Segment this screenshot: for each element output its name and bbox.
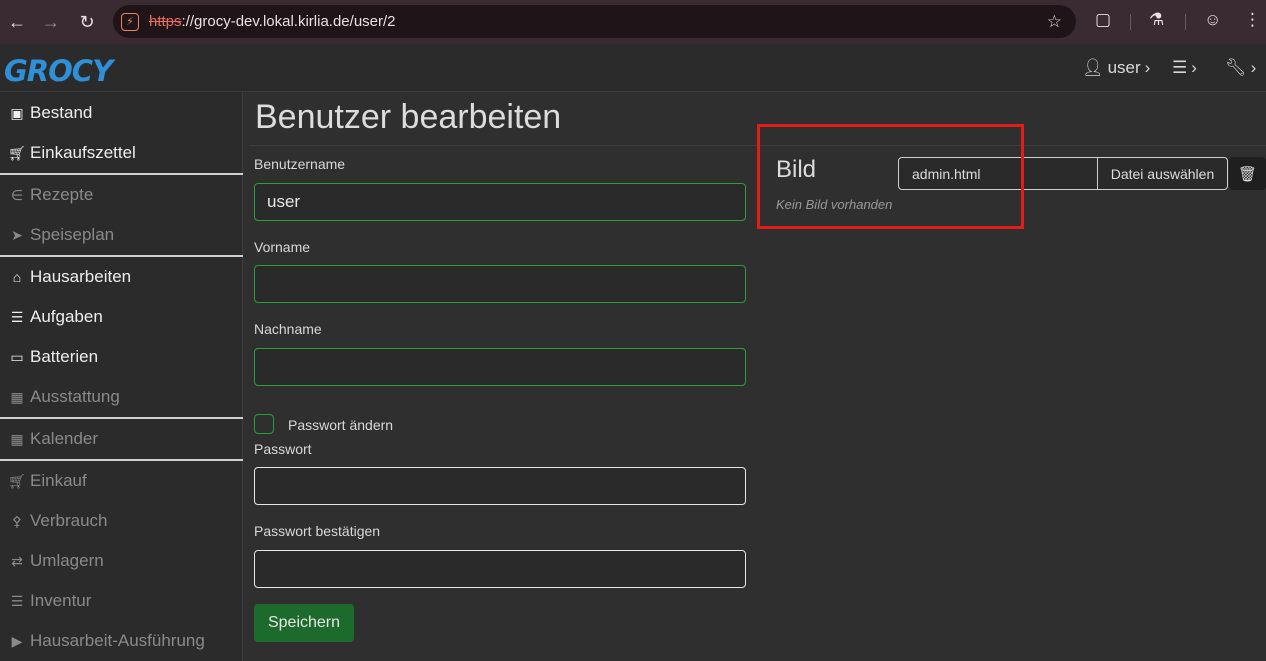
choose-file-button[interactable]: Datei auswählen [1097, 157, 1228, 190]
page-title: Benutzer bearbeiten [255, 98, 562, 136]
back-icon[interactable]: ← [0, 5, 34, 39]
sidebar-item-label: Speiseplan [30, 225, 115, 244]
sidebar-item-label: Verbrauch [30, 511, 108, 530]
box-icon: ▣ [10, 104, 24, 121]
reload-icon[interactable]: ↻ [70, 5, 104, 39]
sidebar-item-label: Aufgaben [30, 307, 103, 326]
home-icon: ⌂ [12, 269, 22, 285]
chevron-right-icon: › [1144, 58, 1151, 77]
firstname-label: Vorname [254, 239, 311, 255]
password-label: Passwort [254, 441, 312, 457]
sidebar-item-verbrauch[interactable]: ⚴ Verbrauch [0, 501, 243, 541]
sidebar-item-label: Bestand [30, 103, 93, 122]
url-text[interactable]: https://grocy-dev.lokal.kirlia.de/user/2 [149, 13, 396, 30]
app-header: GROCY 👤︎ user › ☰ › 🔧︎ › [0, 44, 1266, 92]
password-confirm-label: Passwort bestätigen [254, 523, 381, 539]
sidebar-item-rezepte[interactable]: ∈ Rezepte [0, 175, 243, 215]
exchange-icon: ⇄ [11, 552, 23, 569]
toolbox-icon: ▦ [10, 388, 24, 405]
wrench-icon: 🔧︎ [1225, 58, 1247, 77]
sidebar-item-label: Hausarbeiten [30, 267, 132, 286]
trash-icon: 🗑︎ [1237, 165, 1258, 183]
paper-plane-icon: ➤ [11, 226, 23, 243]
cart-icon: 🛒︎ [8, 144, 26, 161]
sidebar-item-ausstattung[interactable]: ▦ Ausstattung [0, 377, 243, 417]
sidebar-item-kalender[interactable]: ▦ Kalender [0, 419, 243, 459]
list-icon: ☰ [10, 592, 24, 609]
sidebar-item-label: Einkaufszettel [30, 143, 136, 162]
sidebar-item-einkauf[interactable]: 🛒︎ Einkauf [0, 461, 243, 501]
username-label: Benutzername [254, 156, 346, 172]
toolbar-divider [1185, 14, 1186, 30]
grocy-logo[interactable]: GROCY [4, 54, 113, 88]
cart-plus-icon: 🛒︎ [8, 472, 26, 489]
play-icon: ▶ [11, 632, 23, 649]
sidebar-item-umlagern[interactable]: ⇄ Umlagern [0, 541, 243, 581]
utensils-icon: ⚴ [11, 512, 23, 529]
sidebar-item-aufgaben[interactable]: ☰ Aufgaben [0, 297, 243, 337]
sidebar-item-hausarbeiten[interactable]: ⌂ Hausarbeiten [0, 257, 243, 297]
sidebar-item-label: Rezepte [30, 185, 94, 204]
highlight-box [757, 124, 1024, 229]
user-icon: 👤︎ [1082, 58, 1104, 77]
sidebar-item-label: Umlagern [30, 551, 104, 570]
sidebar-item-label: Batterien [30, 347, 99, 366]
lastname-label: Nachname [254, 321, 322, 337]
browser-toolbar: ← → ↻ ⚡ https://grocy-dev.lokal.kirlia.d… [0, 0, 1266, 44]
change-password-label[interactable]: Passwort ändern [288, 417, 393, 433]
tools-menu[interactable]: 🔧︎ › [1225, 58, 1256, 78]
extensions-icon[interactable]: ▢ [1095, 10, 1111, 30]
address-bar[interactable]: ⚡ https://grocy-dev.lokal.kirlia.de/user… [113, 5, 1076, 38]
labs-flask-icon[interactable]: ⚗ [1149, 10, 1164, 30]
sidebar-item-label: Hausarbeit-Ausführung [30, 631, 205, 650]
sidebar-item-label: Inventur [30, 591, 92, 610]
password-field[interactable] [254, 467, 746, 505]
menu-kebab-icon[interactable]: ⋮ [1244, 10, 1261, 30]
sidebar-item-bestand[interactable]: ▣ Bestand [0, 93, 243, 133]
lastname-field[interactable] [254, 348, 746, 386]
bookmark-star-icon[interactable]: ☆ [1047, 12, 1062, 32]
profile-icon[interactable]: ☺ [1204, 10, 1221, 30]
sidebar-item-label: Kalender [30, 429, 99, 448]
sidebar-item-speiseplan[interactable]: ➤ Speiseplan [0, 215, 243, 255]
calendar-icon: ▦ [10, 430, 24, 447]
battery-icon: ▭ [10, 348, 24, 365]
sidebar-item-label: Ausstattung [30, 387, 120, 406]
sidebar-item-inventur[interactable]: ☰ Inventur [0, 581, 243, 621]
delete-picture-button[interactable]: 🗑︎ [1229, 157, 1266, 190]
password-confirm-field[interactable] [254, 550, 746, 588]
username-field[interactable]: user [254, 183, 746, 221]
tasks-icon: ☰ [10, 308, 24, 325]
not-secure-icon[interactable]: ⚡ [121, 12, 139, 31]
rss-icon: ∈ [10, 186, 24, 203]
change-password-checkbox[interactable] [254, 414, 274, 434]
sliders-icon: ☰ [1172, 58, 1188, 77]
save-button[interactable]: Speichern [254, 604, 354, 642]
forward-icon[interactable]: → [34, 5, 68, 39]
sidebar-item-hausarbeit-ausfuehrung[interactable]: ▶ Hausarbeit-Ausführung [0, 621, 243, 661]
sidebar: ▣ Bestand 🛒︎ Einkaufszettel ∈ Rezepte ➤ … [0, 92, 243, 661]
chevron-right-icon: › [1191, 58, 1197, 77]
user-menu-label: user [1107, 58, 1141, 77]
chevron-right-icon: › [1250, 58, 1257, 77]
sidebar-item-einkaufszettel[interactable]: 🛒︎ Einkaufszettel [0, 133, 243, 173]
firstname-field[interactable] [254, 265, 746, 303]
user-menu[interactable]: 👤︎ user › [1082, 58, 1150, 78]
sidebar-item-batterien[interactable]: ▭ Batterien [0, 337, 243, 377]
sidebar-item-label: Einkauf [30, 471, 87, 490]
settings-menu[interactable]: ☰ › [1172, 58, 1197, 78]
toolbar-divider [1130, 14, 1131, 30]
